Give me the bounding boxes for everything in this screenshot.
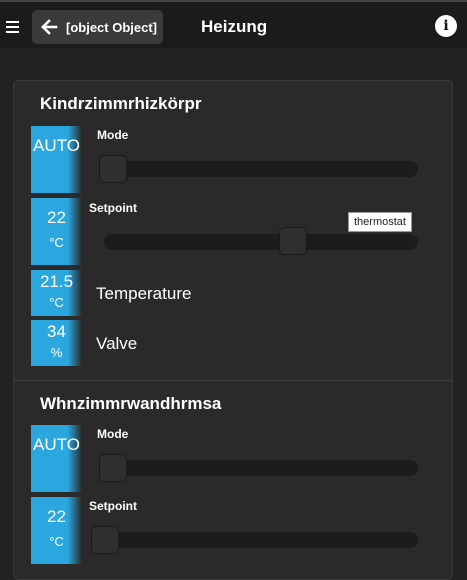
back-button-label: [object Object]: [66, 19, 158, 35]
mode-slider[interactable]: [101, 161, 418, 177]
temperature-unit: °C: [49, 295, 64, 310]
mode-label-2: Mode: [97, 427, 129, 441]
setpoint-slider-handle-2[interactable]: [91, 526, 119, 554]
setpoint-tile-2[interactable]: 22 °C: [31, 497, 82, 564]
setpoint-slider-2[interactable]: [93, 532, 418, 548]
temperature-label: Temperature: [96, 284, 192, 303]
valve-label: Valve: [96, 334, 138, 353]
section-divider: [14, 380, 452, 381]
mode-slider-2[interactable]: [101, 460, 418, 476]
setpoint-unit: °C: [49, 235, 64, 250]
valve-tile: 34 %: [31, 320, 82, 366]
setpoint-slider[interactable]: [104, 234, 418, 250]
back-button[interactable]: [object Object]: [32, 10, 163, 44]
setpoint-value-2: 22: [47, 507, 66, 526]
temperature-value: 21.5: [39, 272, 74, 291]
setpoint-value: 22: [47, 208, 66, 227]
page-title: Heizung: [201, 17, 268, 36]
section-title-kinderzimmer: Kindrzimmrhizkörpr: [40, 94, 202, 113]
setpoint-slider-handle[interactable]: [279, 227, 307, 255]
mode-slider-handle-2[interactable]: [99, 454, 127, 482]
mode-tile[interactable]: AUTO: [31, 126, 82, 193]
temperature-tile: 21.5 °C: [31, 270, 82, 316]
hamburger-menu-icon[interactable]: [0, 12, 24, 42]
arrow-left-icon: [40, 18, 58, 36]
mode-tile-2[interactable]: AUTO: [31, 425, 82, 492]
mode-value: AUTO: [33, 136, 80, 155]
setpoint-unit-2: °C: [49, 534, 64, 549]
info-icon[interactable]: i: [435, 15, 457, 37]
setpoint-label-2: Setpoint: [89, 499, 137, 513]
mode-label: Mode: [97, 128, 129, 142]
setpoint-label: Setpoint: [89, 201, 137, 215]
valve-value: 34: [47, 322, 66, 341]
mode-slider-handle[interactable]: [99, 155, 127, 183]
setpoint-tile[interactable]: 22 °C: [31, 198, 82, 265]
mode-value-2: AUTO: [33, 435, 80, 454]
section-title-wohnzimmer: Whnzimmrwandhrmsa: [40, 394, 222, 413]
thermostat-tooltip: thermostat: [348, 212, 412, 232]
top-bar: [object Object] Heizung i: [0, 0, 467, 48]
valve-unit: %: [50, 345, 63, 360]
